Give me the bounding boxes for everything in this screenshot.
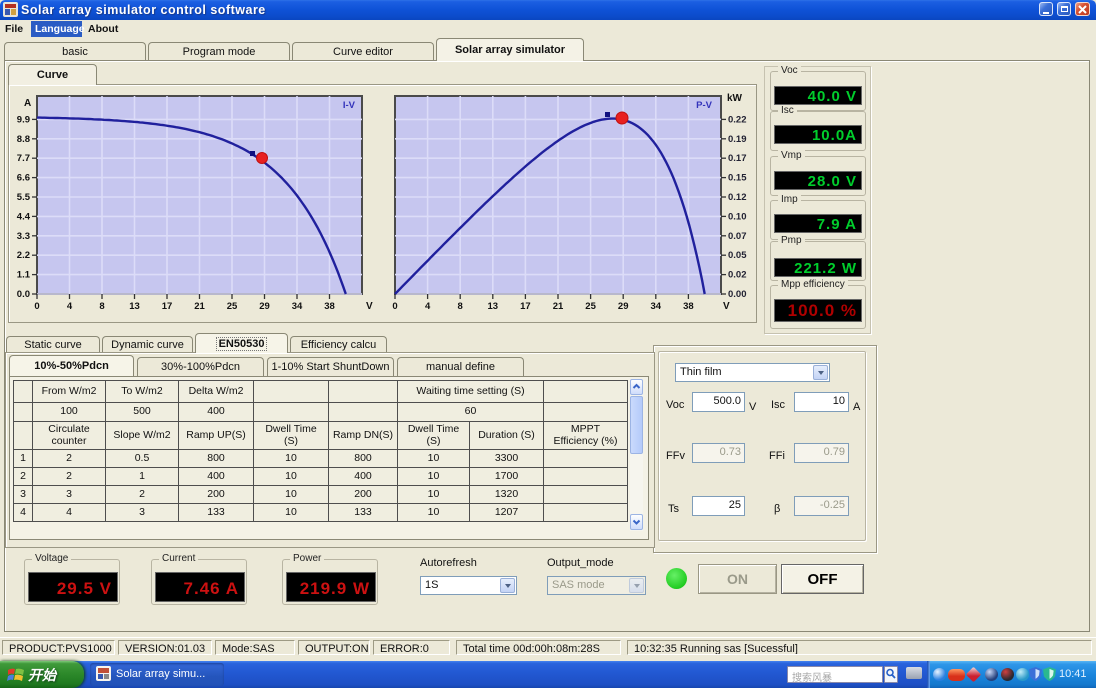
svg-text:9.9: 9.9: [17, 114, 30, 125]
svg-text:0.19: 0.19: [728, 134, 747, 145]
svg-text:25: 25: [585, 301, 596, 312]
svg-text:13: 13: [129, 301, 140, 312]
svg-text:A: A: [24, 98, 31, 109]
svg-text:25: 25: [227, 301, 238, 312]
svg-text:17: 17: [162, 301, 173, 312]
svg-text:29: 29: [618, 301, 629, 312]
svg-text:V: V: [723, 301, 730, 312]
svg-text:34: 34: [651, 301, 662, 312]
svg-text:I-V: I-V: [343, 100, 356, 111]
svg-text:5.5: 5.5: [17, 192, 31, 203]
svg-text:38: 38: [324, 301, 335, 312]
svg-text:2.2: 2.2: [17, 250, 30, 261]
svg-text:13: 13: [488, 301, 499, 312]
svg-text:4: 4: [67, 301, 73, 312]
svg-text:0.05: 0.05: [728, 250, 747, 261]
svg-text:38: 38: [683, 301, 694, 312]
svg-text:7.7: 7.7: [17, 153, 30, 164]
svg-text:0.00: 0.00: [728, 289, 747, 300]
svg-text:V: V: [366, 301, 373, 312]
svg-text:21: 21: [194, 301, 205, 312]
svg-text:0.15: 0.15: [728, 173, 747, 184]
svg-text:0.17: 0.17: [728, 153, 747, 164]
svg-text:P-V: P-V: [696, 100, 713, 111]
svg-text:8: 8: [99, 301, 104, 312]
svg-text:0.12: 0.12: [728, 192, 747, 203]
svg-text:34: 34: [292, 301, 303, 312]
svg-text:3.3: 3.3: [17, 231, 30, 242]
svg-text:0.0: 0.0: [17, 289, 30, 300]
svg-text:21: 21: [553, 301, 564, 312]
svg-text:0: 0: [34, 301, 39, 312]
svg-text:8.8: 8.8: [17, 134, 30, 145]
svg-text:kW: kW: [727, 93, 743, 104]
svg-text:8: 8: [458, 301, 463, 312]
svg-text:0: 0: [392, 301, 397, 312]
svg-text:0.07: 0.07: [728, 231, 747, 242]
svg-text:17: 17: [520, 301, 531, 312]
svg-text:0.22: 0.22: [728, 114, 747, 125]
svg-text:1.1: 1.1: [17, 270, 31, 281]
svg-text:4.4: 4.4: [17, 211, 31, 222]
svg-text:4: 4: [425, 301, 431, 312]
svg-text:0.10: 0.10: [728, 211, 747, 222]
svg-text:0.02: 0.02: [728, 270, 747, 281]
svg-text:29: 29: [259, 301, 270, 312]
svg-text:6.6: 6.6: [17, 173, 30, 184]
